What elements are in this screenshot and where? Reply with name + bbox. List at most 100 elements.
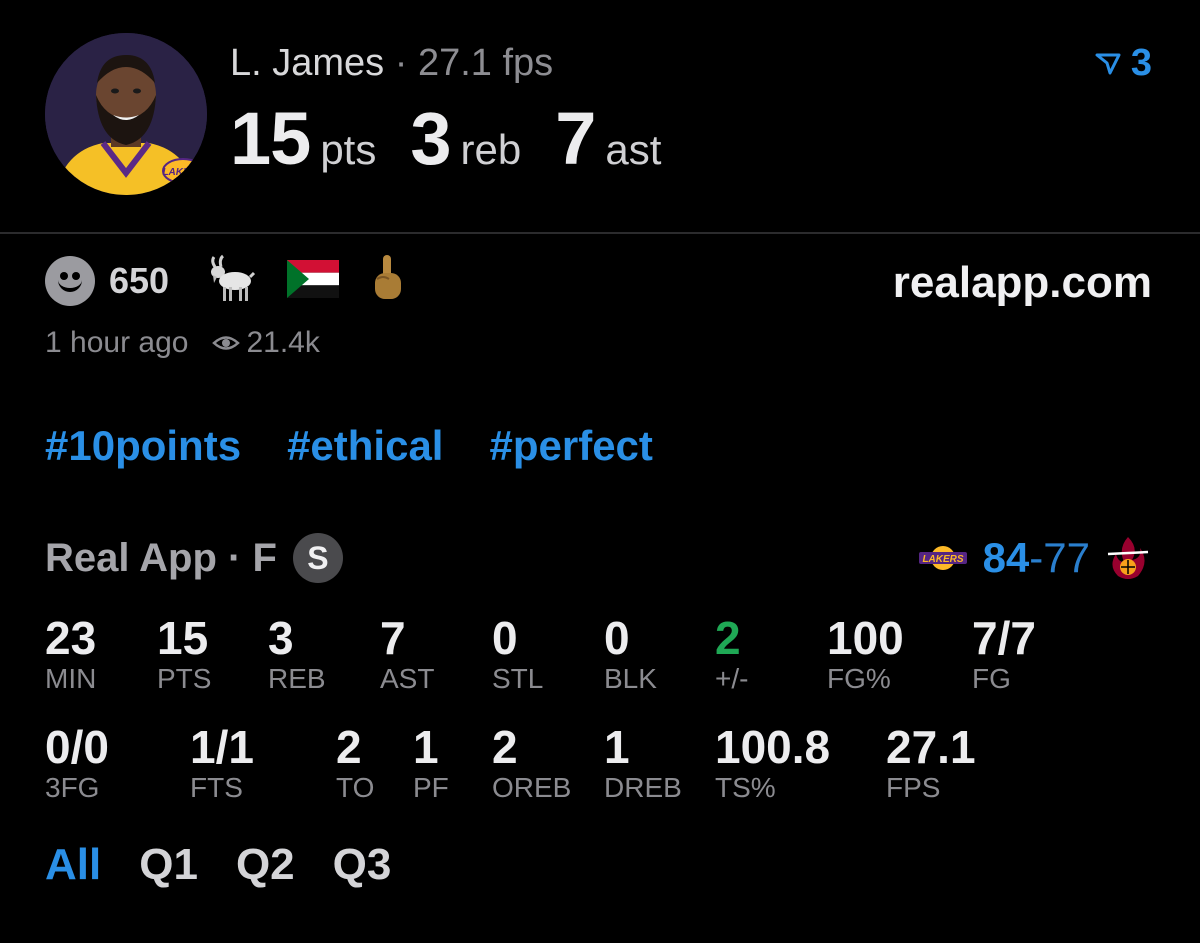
game-status-separator: · [228,535,242,580]
stat-cell-fps: 27.1 FPS [886,721,976,803]
player-name-line: L. James · 27.1 fps [230,42,553,85]
stat-unit-reb: reb [460,126,522,173]
stat-value: 7 [380,612,406,664]
stat-label: FPS [886,772,941,803]
flag-emoji[interactable] [287,259,340,303]
site-link[interactable]: realapp.com [893,258,1152,308]
stat-value: 2 [336,721,362,773]
stat-value: 2 [715,612,741,664]
header-divider [0,232,1200,234]
stat-value: 100 [827,612,904,664]
stat-cell-min: 23 MIN [45,612,96,694]
player-fps: 27.1 fps [417,42,554,84]
stat-value: 3 [268,612,294,664]
home-score: 84 [982,534,1030,581]
stat-cell-to: 2 TO [336,721,374,803]
stat-label: FG% [827,663,891,694]
stat-cell-fts: 1/1 FTS [190,721,254,803]
middle-finger-emoji[interactable] [369,253,405,310]
game-status: F [252,535,277,580]
stat-cell-pts: 15 PTS [157,612,211,694]
stat-value-ast: 7 [555,97,596,180]
stat-label: REB [268,663,326,694]
hashtag[interactable]: #10points [45,422,241,470]
score-dash: - [1029,534,1044,581]
stat-value: 0 [492,612,518,664]
hashtag[interactable]: #perfect [489,422,652,470]
goat-emoji[interactable] [205,253,257,310]
stat-cell-blk: 0 BLK [604,612,657,694]
stat-value: 1 [604,721,630,773]
stat-label: +/- [715,663,749,694]
stat-cell-reb: 3 REB [268,612,326,694]
player-header: LAKERS L. James · 27.1 fps 15 pts 3 reb 7 ast… [0,0,1200,232]
header-badge[interactable]: 3 [1095,42,1152,85]
stat-label: DREB [604,772,682,803]
stat-cell-3fg: 0/0 3FG [45,721,109,803]
tab-q2[interactable]: Q2 [236,840,295,890]
smiley-icon[interactable] [45,256,95,306]
eye-icon [212,336,241,350]
player-statline: 15 pts 3 reb 7 ast [230,96,695,181]
reaction-count: 650 [109,260,170,301]
hashtag[interactable]: #ethical [287,422,443,470]
game-source[interactable]: Real App [45,536,217,581]
stat-label: AST [380,663,435,694]
game-score[interactable]: LAKERS 84-77 [917,532,1152,584]
stat-label: STL [492,663,544,694]
s-badge[interactable]: S [292,533,343,583]
stat-value: 23 [45,612,97,664]
player-avatar[interactable]: LAKERS [45,33,207,195]
stat-value: 15 [157,612,209,664]
stat-value-pts: 15 [230,97,311,180]
quarter-tabs: All Q1 Q2 Q3 [45,840,391,890]
stat-cell-ast: 7 AST [380,612,434,694]
stat-unit-ast: ast [605,126,662,173]
stat-value: 0 [604,612,630,664]
stat-cell-oreb: 2 OREB [492,721,571,803]
filter-arrow-icon [1095,53,1121,74]
tab-q3[interactable]: Q3 [333,840,392,890]
stat-value-reb: 3 [410,97,451,180]
stat-cell-plus-minus: 2 +/- [715,612,748,694]
stat-value: 0/0 [45,721,109,773]
game-header: Real App · F S [45,532,343,584]
tab-q1[interactable]: Q1 [139,840,198,890]
view-count: 21.4k [212,326,320,360]
post-meta: 1 hour ago 21.4k [45,326,320,360]
jersey-logo-text: LAKERS [162,167,203,178]
stat-label: MIN [45,663,97,694]
stat-label: TO [336,772,375,803]
stat-label: TS% [715,772,776,803]
stat-value: 1 [413,721,439,773]
hashtags: #10points #ethical #perfect [45,422,653,470]
player-name[interactable]: L. James [230,42,384,84]
away-score: 77 [1043,534,1090,581]
post-time: 1 hour ago [45,326,189,359]
player-photo: LAKERS [45,33,207,195]
stat-label: FG [972,663,1011,694]
stat-value: 100.8 [715,721,831,773]
stat-cell-ts-pct: 100.8 TS% [715,721,830,803]
stat-unit-pts: pts [320,126,377,173]
stat-value: 27.1 [886,721,976,773]
lakers-logo-text: LAKERS [922,554,963,565]
stat-label: PF [413,772,449,803]
stat-value: 1/1 [190,721,254,773]
stat-cell-fg: 7/7 FG [972,612,1036,694]
stat-cell-fg-pct: 100 FG% [827,612,904,694]
header-badge-count: 3 [1130,42,1152,84]
stat-label: FTS [190,772,243,803]
view-count-value: 21.4k [246,326,320,359]
stat-label: 3FG [45,772,100,803]
lakers-logo-icon: LAKERS [918,546,967,570]
stat-cell-stl: 0 STL [492,612,543,694]
stat-label: BLK [604,663,657,694]
stat-value: 7/7 [972,612,1036,664]
tab-all[interactable]: All [45,840,101,890]
stat-value: 2 [492,721,518,773]
name-separator: · [394,42,408,84]
stat-label: OREB [492,772,572,803]
stat-cell-dreb: 1 DREB [604,721,682,803]
stat-cell-pf: 1 PF [413,721,449,803]
